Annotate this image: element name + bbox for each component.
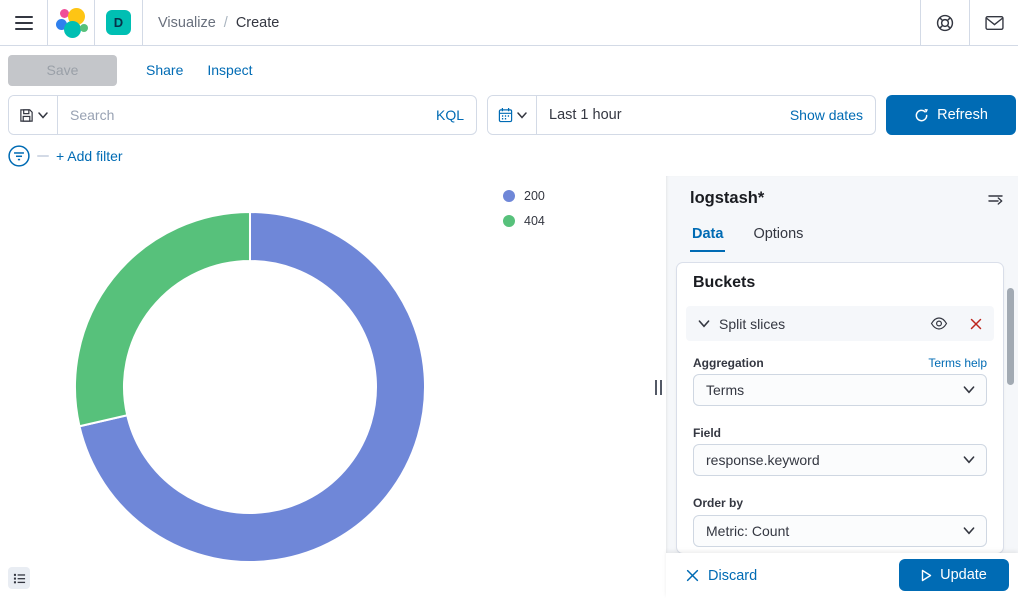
help-button[interactable] (921, 0, 969, 45)
panel-resize-handle[interactable] (650, 176, 666, 598)
legend-toggle-button[interactable] (8, 567, 30, 589)
vis-editor-panel: logstash* Data Options Buckets Split sli… (666, 176, 1018, 598)
chevron-down-icon (517, 112, 527, 119)
legend-label: 200 (524, 189, 545, 203)
discard-x-icon (686, 569, 699, 582)
legend-label: 404 (524, 214, 545, 228)
calendar-icon (498, 107, 513, 123)
field-value: response.keyword (706, 452, 820, 468)
buckets-card: Buckets Split slices Aggregation Terms h… (677, 263, 1003, 553)
legend-list-icon (13, 572, 26, 585)
breadcrumb-create: Create (236, 15, 280, 31)
breadcrumb-visualize[interactable]: Visualize (158, 15, 216, 31)
field-label-row: Field (693, 426, 987, 440)
add-filter-button[interactable]: + Add filter (56, 148, 123, 164)
collapse-panel-button[interactable] (987, 191, 1004, 207)
chart-legend: 200 404 (503, 189, 545, 228)
order-by-select[interactable]: Metric: Count (693, 515, 987, 547)
refresh-button[interactable]: Refresh (886, 95, 1016, 135)
query-bar: KQL (8, 95, 477, 135)
aggregation-value: Terms (706, 382, 744, 398)
order-by-label: Order by (693, 496, 743, 510)
date-picker: Last 1 hour Show dates (487, 95, 876, 135)
top-header: D Visualize / Create (0, 0, 1018, 46)
aggregation-label-row: Aggregation Terms help (693, 356, 987, 370)
update-label: Update (940, 567, 987, 583)
buckets-heading: Buckets (693, 274, 755, 292)
legend-item-200[interactable]: 200 (503, 189, 545, 203)
menu-icon (14, 15, 34, 31)
filter-icon (8, 145, 30, 167)
chevron-down-icon (963, 527, 975, 535)
legend-dot (503, 190, 515, 202)
search-input[interactable] (58, 96, 436, 134)
pie-slice-404[interactable] (75, 212, 250, 426)
editor-footer: Discard Update (666, 553, 1018, 598)
bucket-label: Split slices (719, 316, 785, 332)
chevron-down-icon (963, 456, 975, 464)
donut-chart (72, 209, 428, 565)
update-button[interactable]: Update (899, 559, 1009, 591)
collapse-panel-icon (987, 191, 1004, 207)
query-language-button[interactable]: KQL (436, 107, 476, 123)
remove-x-icon (970, 318, 982, 330)
visualize-toolbar: Save Share Inspect (0, 46, 1018, 94)
save-query-icon (19, 108, 34, 123)
order-by-label-row: Order by (693, 496, 987, 510)
terms-help-link[interactable]: Terms help (928, 356, 987, 370)
show-dates-button[interactable]: Show dates (790, 107, 875, 123)
refresh-label: Refresh (937, 107, 988, 123)
space-badge: D (106, 10, 131, 35)
panel-scrollbar[interactable] (1007, 288, 1014, 385)
share-button[interactable]: Share (146, 62, 183, 78)
help-icon (936, 14, 954, 32)
space-selector-button[interactable]: D (95, 0, 142, 45)
date-quick-select-button[interactable] (488, 96, 537, 134)
play-icon (921, 569, 932, 582)
chevron-down-icon (698, 320, 710, 328)
divider (142, 0, 143, 45)
filter-bar: + Add filter (0, 137, 1018, 175)
chevron-down-icon (963, 386, 975, 394)
aggregation-select[interactable]: Terms (693, 374, 987, 406)
field-label: Field (693, 426, 721, 440)
elastic-home-button[interactable] (48, 0, 94, 45)
discard-button[interactable]: Discard (686, 568, 757, 584)
inspect-button[interactable]: Inspect (207, 62, 252, 78)
legend-item-404[interactable]: 404 (503, 214, 545, 228)
filter-divider (37, 155, 49, 157)
tab-data[interactable]: Data (690, 226, 725, 252)
tab-options[interactable]: Options (751, 226, 805, 252)
mail-icon (985, 15, 1004, 31)
order-by-value: Metric: Count (706, 523, 789, 539)
remove-bucket-button[interactable] (970, 318, 982, 330)
kibana-visualize-app: D Visualize / Create Save Share Inspect … (0, 0, 1018, 598)
visualization-chart-area: 200 404 (0, 176, 666, 598)
toggle-visibility-button[interactable] (930, 316, 948, 331)
filter-menu-button[interactable] (8, 145, 30, 167)
panel-header: logstash* (690, 189, 1004, 208)
discard-label: Discard (708, 568, 757, 584)
refresh-icon (914, 108, 929, 123)
split-slices-row[interactable]: Split slices (686, 306, 994, 341)
aggregation-label: Aggregation (693, 356, 764, 370)
elastic-logo-icon (54, 6, 88, 40)
breadcrumb: Visualize / Create (158, 0, 279, 45)
resize-grip-icon (655, 380, 662, 395)
index-pattern-title: logstash* (690, 189, 764, 208)
editor-tabs: Data Options (690, 226, 805, 252)
mail-button[interactable] (970, 0, 1018, 45)
time-range-value[interactable]: Last 1 hour (549, 107, 622, 123)
saved-query-menu-button[interactable] (9, 96, 58, 134)
field-select[interactable]: response.keyword (693, 444, 987, 476)
eye-icon (930, 316, 948, 331)
menu-button[interactable] (0, 0, 47, 45)
legend-dot (503, 215, 515, 227)
chevron-down-icon (38, 112, 48, 119)
breadcrumb-separator: / (224, 15, 228, 31)
save-button[interactable]: Save (8, 55, 117, 86)
